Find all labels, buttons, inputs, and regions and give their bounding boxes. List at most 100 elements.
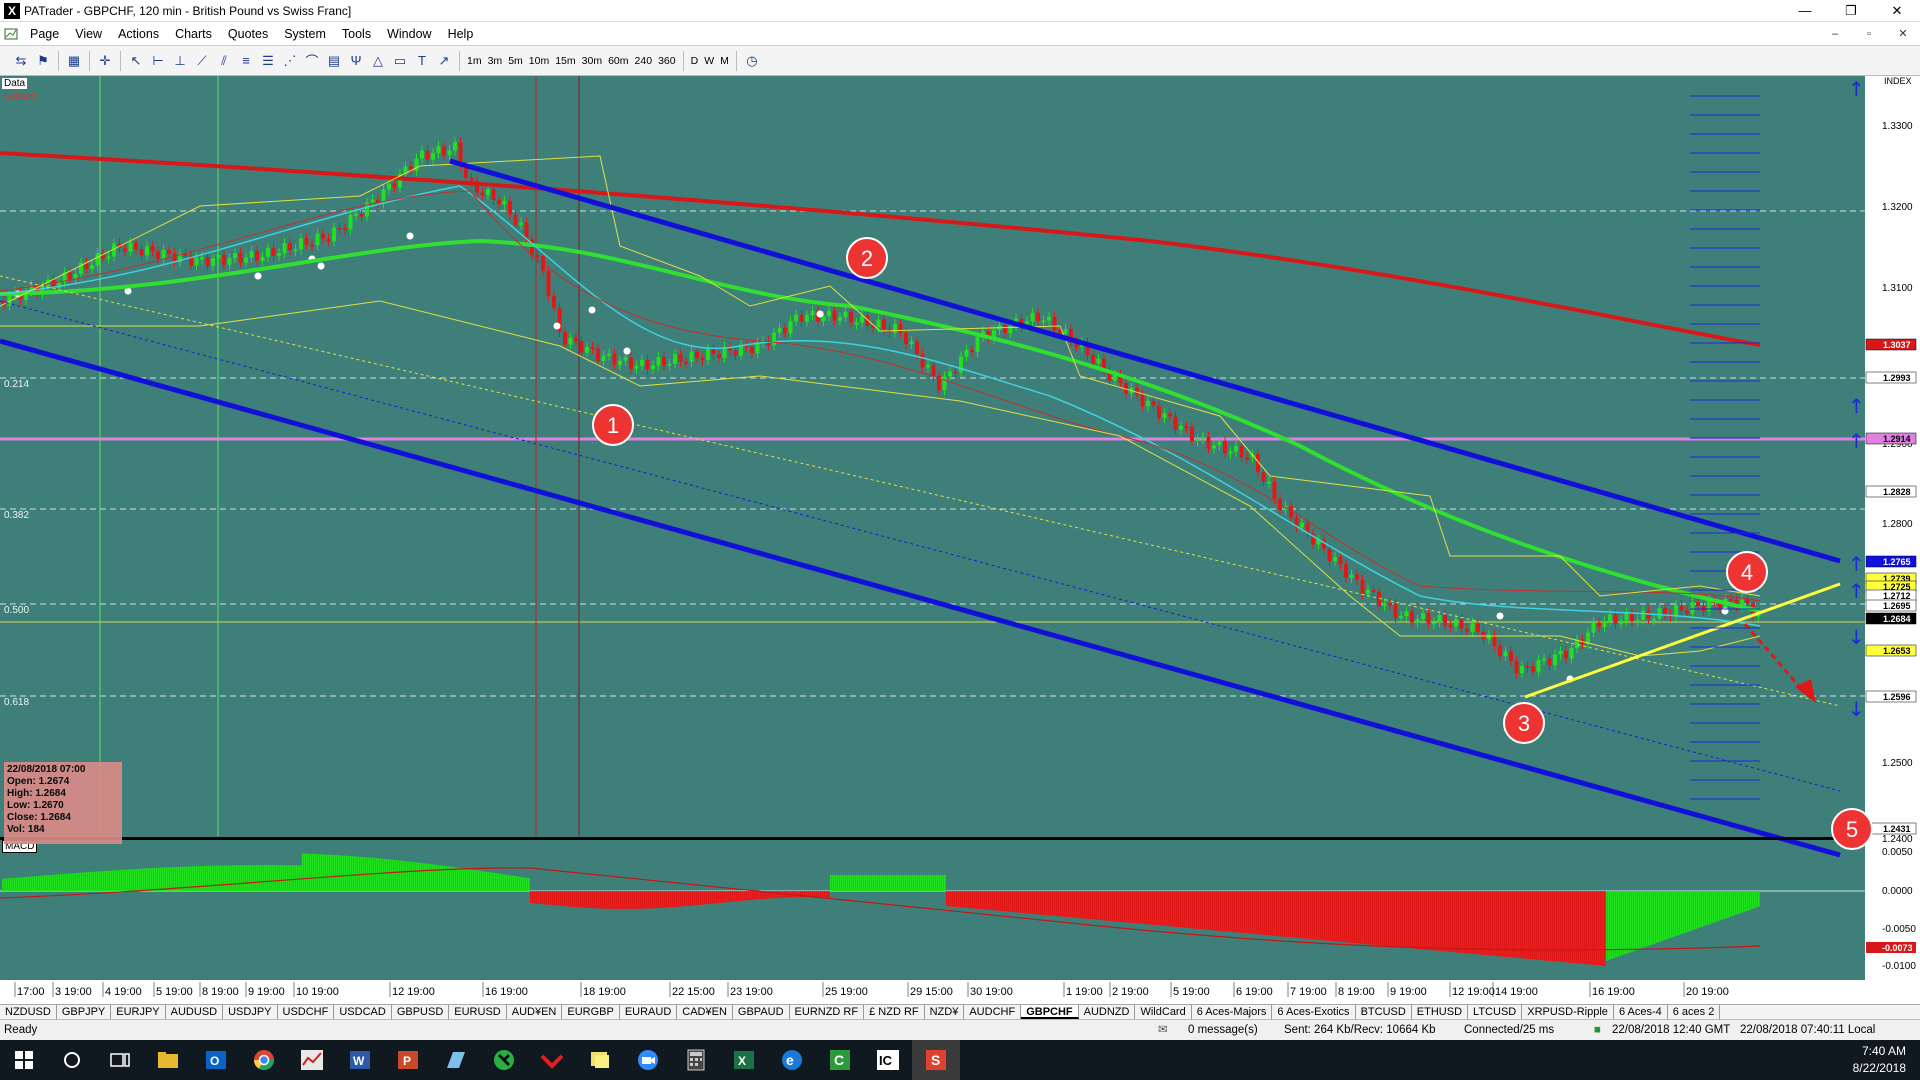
task-view-icon[interactable] — [96, 1040, 144, 1080]
close-button[interactable]: ✕ — [1874, 0, 1920, 22]
trading-app-icon[interactable] — [480, 1040, 528, 1080]
symbol-tab[interactable]: NZDUSD — [0, 1005, 57, 1019]
symbol-tab[interactable]: ETHUSD — [1412, 1005, 1469, 1019]
group-icon[interactable]: ⚑ — [32, 50, 54, 72]
symbol-tab[interactable]: 6 Aces-4 — [1614, 1005, 1668, 1019]
menu-window[interactable]: Window — [379, 22, 439, 46]
symbol-tab[interactable]: 6 aces 2 — [1668, 1005, 1721, 1019]
symbol-tab[interactable]: GBPUSD — [392, 1005, 450, 1019]
price-chart[interactable]: ↑ ↑ ↑ ↑ ↑ ↓ ↓ 1.33001.32001.31001.29001.… — [0, 76, 1920, 1004]
calculator-icon[interactable] — [672, 1040, 720, 1080]
timeframe-5m-button[interactable]: 5m — [505, 50, 526, 72]
fib-extension-icon[interactable]: ☰ — [257, 50, 279, 72]
maximize-button[interactable]: ❐ — [1828, 0, 1874, 22]
symbol-tab[interactable]: BTCUSD — [1356, 1005, 1412, 1019]
symbol-tab[interactable]: AUD¥EN — [507, 1005, 563, 1019]
channel-icon[interactable]: ⫽ — [213, 50, 235, 72]
snagit-icon[interactable]: S — [912, 1040, 960, 1080]
excel-icon[interactable]: X — [720, 1040, 768, 1080]
chart-area[interactable]: ↑ ↑ ↑ ↑ ↑ ↓ ↓ 1.3300 1.3200 1.3100 1.2900 1.… — [0, 76, 1920, 1004]
symbol-tab[interactable]: AUDCHF — [964, 1005, 1022, 1019]
menu-help[interactable]: Help — [440, 22, 482, 46]
menu-tools[interactable]: Tools — [334, 22, 379, 46]
symbol-tab[interactable]: USDCHF — [278, 1005, 335, 1019]
camtasia-icon[interactable]: C — [816, 1040, 864, 1080]
timeframe-daily-button[interactable]: D — [688, 50, 702, 72]
symbol-tab[interactable]: CAD¥EN — [677, 1005, 733, 1019]
symbol-tab[interactable]: GBPJPY — [57, 1005, 112, 1019]
timeframe-240-button[interactable]: 240 — [632, 50, 656, 72]
symbol-tab[interactable]: LTCUSD — [1468, 1005, 1523, 1019]
symbol-tab[interactable]: GBPCHF — [1021, 1005, 1079, 1019]
symbol-tab[interactable]: 6 Aces-Exotics — [1272, 1005, 1356, 1019]
clock-icon[interactable]: ◷ — [741, 50, 763, 72]
crosshair-icon[interactable]: ✛ — [94, 50, 116, 72]
menu-actions[interactable]: Actions — [110, 22, 167, 46]
fib-fan-icon[interactable]: ⋰ — [279, 50, 301, 72]
timeframe-60m-button[interactable]: 60m — [605, 50, 631, 72]
symbol-tab[interactable]: GBPAUD — [733, 1005, 790, 1019]
vertical-line-icon[interactable]: ⊥ — [169, 50, 191, 72]
mdi-minimize-button[interactable]: – — [1818, 22, 1852, 46]
symbol-tab[interactable]: AUDUSD — [166, 1005, 224, 1019]
horizontal-line-icon[interactable]: ⊢ — [147, 50, 169, 72]
symbol-tab[interactable]: NZD¥ — [925, 1005, 965, 1019]
mdi-close-button[interactable]: ✕ — [1886, 22, 1920, 46]
symbol-tab[interactable]: EURJPY — [111, 1005, 166, 1019]
zoom-icon[interactable] — [624, 1040, 672, 1080]
timeframe-15m-button[interactable]: 15m — [552, 50, 578, 72]
timeframe-10m-button[interactable]: 10m — [526, 50, 552, 72]
menu-view[interactable]: View — [67, 22, 110, 46]
page-icon[interactable] — [0, 22, 22, 46]
windows-start-icon[interactable] — [0, 1040, 48, 1080]
price-axis-panel[interactable] — [1865, 76, 1920, 1004]
symbol-tab[interactable]: 6 Aces-Majors — [1192, 1005, 1273, 1019]
chrome-icon[interactable] — [240, 1040, 288, 1080]
timeframe-3m-button[interactable]: 3m — [485, 50, 506, 72]
timeframe-monthly-button[interactable]: M — [717, 50, 732, 72]
fib-retracement-icon[interactable]: ≡ — [235, 50, 257, 72]
symbol-tab[interactable]: AUDNZD — [1079, 1005, 1136, 1019]
chart-icon[interactable]: ▦ — [63, 50, 85, 72]
mdi-restore-button[interactable]: ▫ — [1852, 22, 1886, 46]
search-icon[interactable] — [48, 1040, 96, 1080]
minimize-button[interactable]: — — [1782, 0, 1828, 22]
rectangle-icon[interactable]: ▭ — [389, 50, 411, 72]
symbol-tab[interactable]: USDCAD — [334, 1005, 392, 1019]
timeframe-30m-button[interactable]: 30m — [579, 50, 605, 72]
trendline-icon[interactable]: ⟋ — [191, 50, 213, 72]
pitchfork-icon[interactable]: Ψ — [345, 50, 367, 72]
taskbar-clock[interactable]: 7:40 AM 8/22/2018 — [1853, 1043, 1906, 1077]
menu-charts[interactable]: Charts — [167, 22, 220, 46]
outlook-icon[interactable]: O — [192, 1040, 240, 1080]
pointer-icon[interactable]: ↖ — [125, 50, 147, 72]
file-explorer-icon[interactable] — [144, 1040, 192, 1080]
macd-separator[interactable] — [0, 837, 1865, 840]
menu-quotes[interactable]: Quotes — [220, 22, 276, 46]
fib-arc-icon[interactable]: ⌒ — [301, 50, 323, 72]
symbol-tab[interactable]: WildCard — [1135, 1005, 1192, 1019]
sticky-notes-icon[interactable] — [576, 1040, 624, 1080]
indicator-icon[interactable]: ↗ — [433, 50, 455, 72]
symbol-tab[interactable]: EURUSD — [449, 1005, 507, 1019]
symbol-tab[interactable]: EURAUD — [620, 1005, 678, 1019]
timeframe-1m-button[interactable]: 1m — [464, 50, 485, 72]
edge-icon[interactable]: e — [768, 1040, 816, 1080]
gann-icon[interactable]: ▤ — [323, 50, 345, 72]
menu-page[interactable]: Page — [22, 22, 67, 46]
symbol-tab[interactable]: EURGBP — [562, 1005, 620, 1019]
link-icon[interactable]: ⇆ — [10, 50, 32, 72]
symbol-tab[interactable]: USDJPY — [223, 1005, 278, 1019]
timeframe-weekly-button[interactable]: W — [701, 50, 717, 72]
symbol-tab[interactable]: EURNZD RF — [790, 1005, 865, 1019]
notes-app-icon[interactable] — [432, 1040, 480, 1080]
triangle-icon[interactable]: △ — [367, 50, 389, 72]
patrader-icon[interactable] — [288, 1040, 336, 1080]
menu-system[interactable]: System — [276, 22, 334, 46]
symbol-tab[interactable]: XRPUSD-Ripple — [1522, 1005, 1614, 1019]
text-tool-icon[interactable]: T — [411, 50, 433, 72]
word-icon[interactable]: W — [336, 1040, 384, 1080]
symbol-tab[interactable]: £ NZD RF — [864, 1005, 925, 1019]
timeframe-360-button[interactable]: 360 — [655, 50, 679, 72]
powerpoint-icon[interactable]: P — [384, 1040, 432, 1080]
